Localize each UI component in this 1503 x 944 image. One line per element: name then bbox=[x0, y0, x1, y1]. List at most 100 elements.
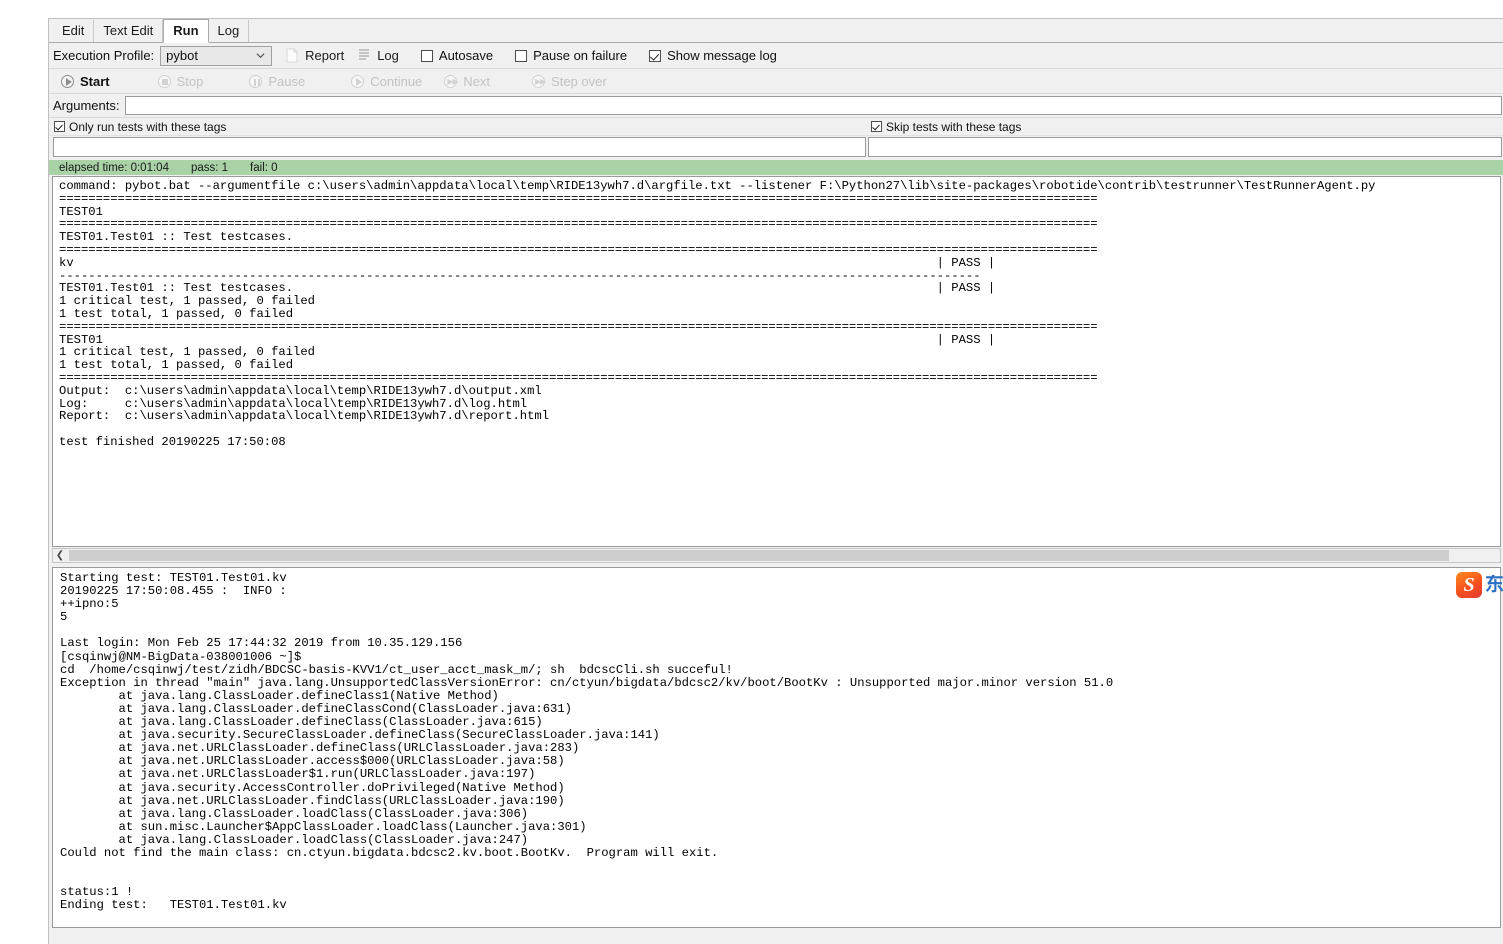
output-line: at java.security.AccessController.doPriv… bbox=[60, 780, 565, 795]
chevron-down-icon bbox=[256, 52, 265, 58]
tag-filter-checkbox-row: Only run tests with these tags Skip test… bbox=[49, 118, 1503, 136]
include-tags-box-icon bbox=[54, 121, 65, 132]
console-output-text: command: pybot.bat --argumentfile c:\use… bbox=[53, 177, 1375, 449]
status-gap-2 bbox=[228, 162, 250, 174]
output-line: at java.net.URLClassLoader$1.run(URLClas… bbox=[60, 767, 536, 782]
output-line: 1 test total, 1 passed, 0 failed bbox=[59, 306, 294, 321]
tag-filter-inputs-row bbox=[49, 136, 1503, 159]
notebook-tabstrip: Edit Text Edit Run Log bbox=[49, 19, 1503, 43]
application-window: Edit Text Edit Run Log Execution Profile… bbox=[0, 0, 1503, 944]
tab-text-edit[interactable]: Text Edit bbox=[94, 20, 164, 42]
output-line: at java.lang.ClassLoader.loadClass(Class… bbox=[60, 806, 529, 821]
output-line: Report: c:\users\admin\appdata\local\tem… bbox=[59, 409, 550, 424]
output-line: Ending test: TEST01.Test01.kv bbox=[60, 898, 287, 913]
console-horizontal-scrollbar[interactable]: ❮ bbox=[52, 548, 1501, 563]
output-line: at java.net.URLClassLoader.findClass(URL… bbox=[60, 793, 565, 808]
exclude-tags-input[interactable] bbox=[868, 137, 1502, 157]
start-label: Start bbox=[80, 73, 110, 89]
status-gap-1 bbox=[169, 162, 191, 174]
output-line: ++ipno:5 bbox=[60, 597, 119, 612]
output-line: cd /home/csqinwj/test/zidh/BDCSC-basis-K… bbox=[60, 662, 733, 677]
pause-on-failure-box-icon bbox=[515, 49, 528, 62]
pause-icon bbox=[249, 74, 263, 88]
output-line: at sun.misc.Launcher$AppClassLoader.load… bbox=[60, 819, 587, 834]
output-line: Exception in thread "main" java.lang.Uns… bbox=[60, 675, 1114, 690]
watermark-text: 东 bbox=[1485, 575, 1503, 595]
stop-label: Stop bbox=[176, 73, 204, 89]
log-lines-icon bbox=[358, 48, 372, 64]
execution-profile-value: pybot bbox=[166, 48, 198, 63]
show-message-log-label: Show message log bbox=[667, 48, 777, 63]
message-log-text: Starting test: TEST01.Test01.kv 20190225 … bbox=[53, 568, 1113, 912]
include-tags-label: Only run tests with these tags bbox=[69, 119, 227, 134]
include-tags-input[interactable] bbox=[53, 137, 866, 157]
exclude-tags-label: Skip tests with these tags bbox=[886, 119, 1022, 134]
sogou-watermark: S 东 bbox=[1456, 572, 1503, 598]
scrollbar-thumb[interactable] bbox=[69, 550, 1449, 561]
exclude-tags-checkbox[interactable]: Skip tests with these tags bbox=[866, 118, 1503, 135]
report-button[interactable]: Report bbox=[286, 48, 344, 64]
tab-edit[interactable]: Edit bbox=[53, 20, 95, 42]
pause-label: Pause bbox=[268, 73, 306, 89]
step-over-icon: ▶▶ bbox=[532, 74, 546, 88]
log-button[interactable]: Log bbox=[358, 48, 399, 64]
elapsed-time-label: elapsed time: 0:01:04 bbox=[59, 161, 169, 174]
step-over-button[interactable]: ▶▶ Step over bbox=[532, 74, 607, 89]
run-status-bar: elapsed time: 0:01:04 pass: 1 fail: 0 bbox=[49, 159, 1503, 175]
continue-button[interactable]: Continue bbox=[351, 74, 422, 89]
pause-on-failure-checkbox[interactable]: Pause on failure bbox=[515, 48, 627, 63]
tab-run[interactable]: Run bbox=[163, 19, 209, 43]
autosave-label: Autosave bbox=[438, 48, 494, 63]
next-label: Next bbox=[463, 73, 491, 89]
start-button[interactable]: Start bbox=[61, 74, 110, 89]
show-message-log-checkbox[interactable]: Show message log bbox=[649, 48, 777, 63]
step-over-label: Step over bbox=[551, 73, 607, 89]
output-line: ========================================… bbox=[59, 370, 1098, 385]
pause-on-failure-label: Pause on failure bbox=[533, 48, 628, 63]
output-line: Output: c:\users\admin\appdata\local\tem… bbox=[59, 383, 542, 398]
autosave-checkbox[interactable]: Autosave bbox=[420, 48, 494, 63]
output-line: kv | PASS | bbox=[59, 255, 996, 270]
output-line: 20190225 17:50:08.455 : INFO : bbox=[60, 584, 287, 599]
output-line: Last login: Mon Feb 25 17:44:32 2019 fro… bbox=[60, 636, 463, 651]
output-line: [csqinwj@NM-BigData-038001006 ~]$ bbox=[60, 649, 302, 664]
tab-log[interactable]: Log bbox=[208, 20, 250, 42]
arguments-label: Arguments: bbox=[53, 98, 120, 113]
output-line: 5 bbox=[60, 610, 68, 625]
scroll-left-arrow-icon[interactable]: ❮ bbox=[53, 549, 67, 562]
sogou-logo-icon: S bbox=[1456, 572, 1482, 598]
continue-label: Continue bbox=[370, 73, 423, 89]
run-tab-panel: Edit Text Edit Run Log Execution Profile… bbox=[48, 18, 1503, 944]
include-tags-checkbox[interactable]: Only run tests with these tags bbox=[49, 118, 866, 135]
log-label: Log bbox=[377, 48, 399, 63]
stop-icon bbox=[157, 74, 171, 88]
output-line: command: pybot.bat --argumentfile c:\use… bbox=[59, 179, 1376, 193]
pause-button[interactable]: Pause bbox=[249, 74, 305, 89]
arguments-row: Arguments: bbox=[49, 94, 1503, 118]
arguments-input[interactable] bbox=[125, 96, 1502, 115]
stop-button[interactable]: Stop bbox=[157, 73, 204, 89]
exclude-tags-box-icon bbox=[871, 121, 882, 132]
execution-profile-select[interactable]: pybot bbox=[160, 45, 273, 66]
output-line: test finished 20190225 17:50:08 bbox=[59, 434, 286, 449]
output-line: ========================================… bbox=[59, 242, 1098, 257]
report-label: Report bbox=[305, 48, 345, 63]
report-document-icon bbox=[286, 48, 300, 64]
execution-profile-row: Execution Profile: pybot Report Log Auto… bbox=[49, 43, 1503, 69]
run-controls-row: Start Stop Pause Continue ▶▶ Next ▶▶ Ste… bbox=[49, 69, 1503, 94]
continue-play-icon bbox=[351, 74, 365, 88]
pass-count-label: pass: 1 bbox=[190, 161, 229, 174]
output-line: ========================================… bbox=[59, 319, 1098, 334]
output-line: at java.lang.ClassLoader.loadClass(Class… bbox=[60, 832, 529, 847]
output-line: Could not find the main class: cn.ctyun.… bbox=[60, 845, 719, 860]
console-output-panel[interactable]: command: pybot.bat --argumentfile c:\use… bbox=[52, 176, 1501, 547]
execution-profile-label: Execution Profile: bbox=[53, 48, 155, 63]
output-line: ========================================… bbox=[59, 191, 1098, 206]
autosave-box-icon bbox=[420, 49, 433, 62]
next-button[interactable]: ▶▶ Next bbox=[444, 74, 490, 89]
next-icon: ▶▶ bbox=[444, 74, 459, 88]
fail-count-label: fail: 0 bbox=[250, 161, 278, 174]
message-log-panel[interactable]: Starting test: TEST01.Test01.kv 20190225 … bbox=[52, 567, 1501, 928]
show-message-log-box-icon bbox=[649, 49, 662, 62]
